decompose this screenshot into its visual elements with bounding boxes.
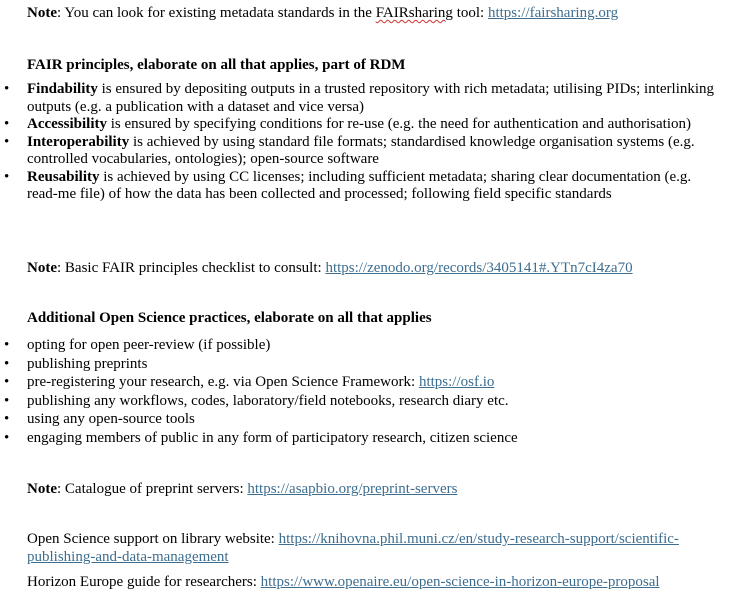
note-fair-checklist: Note: Basic FAIR principles checklist to…: [27, 259, 633, 277]
term-reusability: Reusability: [27, 168, 100, 185]
horizon-text: Horizon Europe guide for researchers:: [27, 574, 261, 590]
bullet-icon: •: [4, 168, 10, 185]
openaire-link[interactable]: https://www.openaire.eu/open-science-in-…: [261, 574, 660, 590]
list-item: • Interoperability is achieved by using s…: [0, 134, 720, 169]
asapbio-link[interactable]: https://asapbio.org/preprint-servers: [247, 481, 457, 497]
open-science-list: • opting for open peer-review (if possibl…: [0, 336, 720, 448]
bullet-icon: •: [4, 355, 10, 372]
item-text: using any open-source tools: [27, 411, 195, 428]
bullet-icon: •: [4, 411, 10, 428]
note-preprint-servers: Note: Catalogue of preprint servers: htt…: [27, 480, 457, 498]
term-accessibility: Accessibility: [27, 116, 107, 132]
term-findability: Findability: [27, 81, 98, 97]
list-item: • using any open-source tools: [0, 410, 720, 429]
note-text: : Basic FAIR principles checklist to con…: [57, 260, 326, 276]
horizon-guide: Horizon Europe guide for researchers: ht…: [27, 573, 660, 591]
note-label: Note: [27, 481, 57, 497]
zenodo-link[interactable]: https://zenodo.org/records/3405141#.YTn7…: [325, 260, 632, 276]
bullet-icon: •: [4, 81, 10, 97]
item-text: is ensured by depositing outputs in a tr…: [27, 81, 715, 115]
fair-heading-text: FAIR principles, elaborate on all that a…: [27, 57, 406, 73]
item-text: opting for open peer-review (if possible…: [27, 337, 271, 353]
list-item: • Reusability is achieved by using CC lic…: [0, 169, 720, 204]
item-text: engaging members of public in any form o…: [27, 429, 518, 446]
note-text: : You can look for existing metadata sta…: [57, 5, 376, 21]
note-label: Note: [27, 260, 57, 276]
note-fairsharing: Note: You can look for existing metadata…: [27, 4, 618, 22]
library-text: Open Science support on library website:: [27, 531, 279, 547]
item-text: publishing any workflows, codes, laborat…: [27, 392, 509, 409]
bullet-icon: •: [4, 337, 10, 353]
list-item: • opting for open peer-review (if possibl…: [0, 336, 720, 355]
bullet-icon: •: [4, 429, 10, 446]
list-item: • engaging members of public in any form …: [0, 429, 720, 448]
item-text: pre-registering your research, e.g. via …: [27, 374, 419, 391]
list-item: • publishing any workflows, codes, labora…: [0, 392, 720, 411]
fairsharing-link[interactable]: https://fairsharing.org: [488, 5, 618, 21]
term-interoperability: Interoperability: [27, 133, 130, 150]
bullet-icon: •: [4, 374, 10, 391]
list-item: • publishing preprints: [0, 355, 720, 374]
bullet-icon: •: [4, 133, 10, 150]
open-science-heading-text: Additional Open Science practices, elabo…: [27, 310, 432, 326]
bullet-icon: •: [4, 392, 10, 409]
open-science-heading: Additional Open Science practices, elabo…: [27, 309, 432, 327]
osf-link[interactable]: https://osf.io: [419, 374, 494, 390]
library-support: Open Science support on library website:…: [27, 530, 727, 566]
bullet-icon: •: [4, 116, 10, 132]
item-text: is achieved by using CC licenses; includ…: [27, 168, 692, 203]
item-text: is ensured by specifying conditions for …: [107, 116, 691, 132]
list-item: • Accessibility is ensured by specifying …: [0, 116, 720, 134]
list-item: • Findability is ensured by depositing ou…: [0, 81, 720, 116]
note-text: tool:: [452, 5, 488, 21]
note-text: : Catalogue of preprint servers:: [57, 481, 248, 497]
list-item: • pre-registering your research, e.g. via…: [0, 373, 720, 392]
fairsharing-term: FAIRsharing: [375, 5, 453, 21]
fair-principles-list: • Findability is ensured by depositing ou…: [0, 81, 720, 204]
note-label: Note: [27, 5, 57, 21]
item-text: publishing preprints: [27, 355, 148, 372]
fair-heading: FAIR principles, elaborate on all that a…: [27, 56, 405, 74]
